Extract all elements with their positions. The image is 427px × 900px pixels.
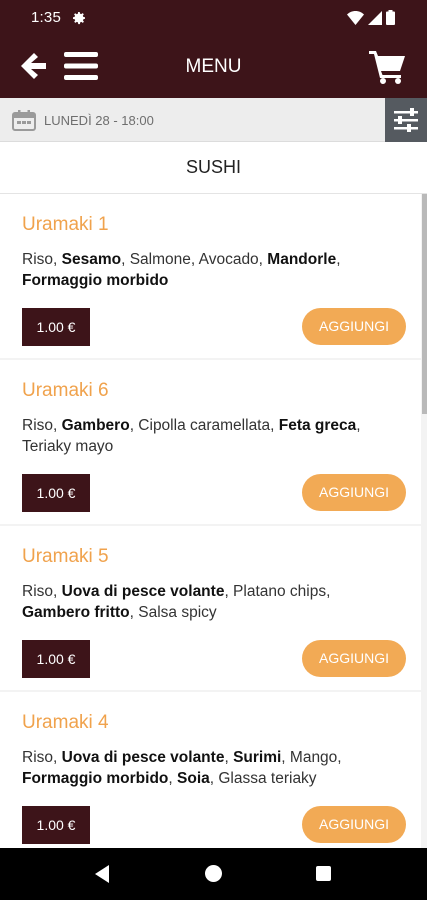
product-list[interactable]: Uramaki 1 Riso, Sesamo, Salmone, Avocado…: [0, 194, 427, 848]
ingredient-bold: Gambero: [61, 417, 130, 434]
ingredient-bold: Formaggio morbido: [22, 770, 169, 787]
product-name: Uramaki 1: [22, 214, 109, 235]
add-to-cart-button[interactable]: AGGIUNGI: [302, 640, 406, 677]
battery-icon: [386, 10, 395, 25]
ingredient-bold: Mandorle: [267, 251, 337, 268]
ingredient-text: , Platano chips,: [224, 583, 331, 600]
ingredient-text: ,: [53, 251, 62, 268]
ingredient-text: Riso,: [22, 583, 62, 600]
nav-home-icon[interactable]: [205, 865, 222, 882]
product-card: Uramaki 5 Riso, Uova di pesce volante, P…: [0, 526, 421, 690]
signal-icon: [368, 10, 382, 25]
ingredient-text: ,: [168, 770, 178, 787]
ingredient-text: , Glassa teriaky: [209, 770, 317, 787]
product-card: Uramaki 1 Riso, Sesamo, Salmone, Avocado…: [0, 194, 421, 358]
price-tag: 1.00 €: [22, 806, 90, 844]
system-nav-bar: [0, 848, 427, 900]
product-name: Uramaki 4: [22, 712, 109, 733]
price-tag: 1.00 €: [22, 308, 90, 346]
filter-button[interactable]: [385, 98, 427, 142]
ingredient-bold: Feta greca: [278, 417, 357, 434]
product-ingredients: Riso, Gambero, Cipolla caramellata, Feta…: [22, 415, 402, 457]
page-title: MENU: [185, 56, 242, 77]
product-ingredients: Riso, Uova di pesce volante, Platano chi…: [22, 581, 402, 623]
ingredient-text: , Cipolla caramellata,: [129, 417, 279, 434]
scrollbar[interactable]: [422, 194, 427, 414]
add-to-cart-button[interactable]: AGGIUNGI: [302, 806, 406, 843]
nav-back-icon[interactable]: [93, 864, 111, 884]
ingredient-text: , Salsa spicy: [129, 604, 217, 621]
product-name: Uramaki 5: [22, 546, 109, 567]
product-card: Uramaki 6 Riso, Gambero, Cipolla caramel…: [0, 360, 421, 524]
delivery-date-bar[interactable]: LUNEDÌ 28 - 18:00: [0, 98, 427, 142]
ingredient-bold: Gambero fritto: [22, 604, 130, 621]
price-tag: 1.00 €: [22, 640, 90, 678]
ingredient-bold: Uova di pesce volante: [61, 749, 225, 766]
app-bar: MENU: [0, 34, 427, 98]
ingredient-bold: Soia: [177, 770, 210, 787]
gear-icon: [73, 12, 85, 25]
status-bar: 1:35: [0, 0, 427, 34]
product-ingredients: Riso, Sesamo, Salmone, Avocado, Mandorle…: [22, 249, 402, 291]
ingredient-text: ,: [224, 749, 234, 766]
ingredient-bold: Formaggio morbido: [22, 272, 169, 289]
add-to-cart-button[interactable]: AGGIUNGI: [302, 474, 406, 511]
category-header: SUSHI: [0, 142, 427, 194]
ingredient-text: ,: [336, 251, 341, 268]
product-ingredients: Riso, Uova di pesce volante, Surimi, Man…: [22, 747, 402, 789]
cart-icon[interactable]: [367, 46, 407, 86]
ingredient-bold: Sesamo: [61, 251, 122, 268]
status-time: 1:35: [31, 9, 61, 26]
ingredient-bold: Uova di pesce volante: [61, 583, 225, 600]
wifi-icon: [347, 10, 364, 25]
ingredient-text: Riso: [22, 251, 54, 268]
add-to-cart-button[interactable]: AGGIUNGI: [302, 308, 406, 345]
product-card: Uramaki 4 Riso, Uova di pesce volante, S…: [0, 692, 421, 848]
ingredient-text: , Mango,: [281, 749, 342, 766]
product-name: Uramaki 6: [22, 380, 109, 401]
filter-sliders-icon: [394, 108, 418, 132]
status-icons: [347, 10, 395, 25]
ingredient-text: , Salmone, Avocado,: [121, 251, 268, 268]
ingredient-text: Riso,: [22, 417, 62, 434]
ingredient-bold: Surimi: [233, 749, 282, 766]
price-tag: 1.00 €: [22, 474, 90, 512]
category-title: SUSHI: [185, 157, 241, 177]
nav-recents-icon[interactable]: [316, 866, 331, 881]
delivery-date-text: LUNEDÌ 28 - 18:00: [44, 113, 154, 128]
calendar-icon: [12, 110, 36, 131]
ingredient-text: Riso,: [22, 749, 62, 766]
